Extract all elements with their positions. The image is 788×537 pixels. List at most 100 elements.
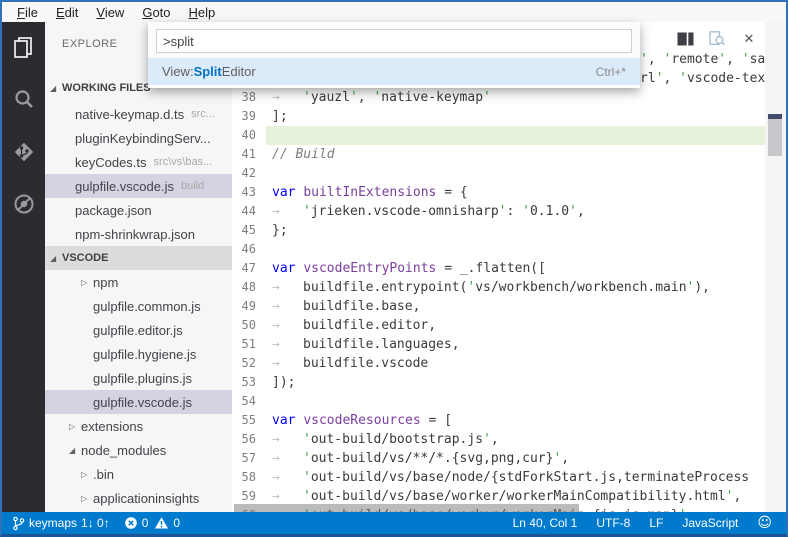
code-text: →'out-build/vs/base/node/{stdForkStart.j… (272, 470, 750, 485)
line-number: 41 (241, 147, 256, 161)
tree-item[interactable]: ▷ extensions (45, 414, 232, 438)
scrollbar-thumb[interactable] (768, 114, 782, 156)
code-line[interactable]: 46 (232, 240, 765, 259)
code-line[interactable]: 47 var vscodeEntryPoints = _.flatten([ (232, 259, 765, 278)
branch-icon (13, 516, 25, 530)
file-path-hint: build (181, 180, 205, 192)
code-line[interactable]: 58 →'out-build/vs/base/node/{stdForkStart… (232, 468, 765, 487)
menu-item-view[interactable]: View (87, 5, 133, 20)
code-line[interactable]: 45}; (232, 221, 765, 240)
status-bar: keymaps 1↓ 0↑ 0 0 Ln 40, Col 1 UTF-8 LF … (2, 512, 786, 534)
debug-disabled-icon[interactable] (2, 178, 45, 230)
code-line[interactable]: 41 // Build (232, 145, 765, 164)
file-name: package.json (75, 202, 152, 218)
code-text (266, 126, 765, 145)
eol-indicator[interactable]: LF (649, 516, 663, 530)
close-icon[interactable]: ✕ (740, 31, 758, 46)
menu-item-file[interactable]: File (8, 5, 47, 20)
code-line[interactable]: 51 → buildfile.languages, (232, 335, 765, 354)
editor-pane[interactable]: ✕ ', 'remote', 'sax',rl', 'vscode-textm3… (232, 22, 786, 512)
tree-item-label: gulpfile.plugins.js (93, 370, 193, 386)
error-count[interactable]: 0 (124, 516, 148, 530)
line-number: 49 (241, 299, 256, 313)
editor-actions: ✕ (676, 31, 758, 46)
menu-item-edit[interactable]: Edit (47, 5, 87, 20)
twistie-expanded-icon: ◢ (50, 253, 57, 263)
line-number: 43 (241, 185, 256, 199)
tree-item[interactable]: gulpfile.common.js (45, 294, 232, 318)
code-area[interactable]: ', 'remote', 'sax',rl', 'vscode-textm38→… (232, 50, 765, 512)
code-line[interactable]: 53]); (232, 373, 765, 392)
tree-item[interactable]: gulpfile.plugins.js (45, 366, 232, 390)
encoding[interactable]: UTF-8 (596, 516, 630, 530)
working-file-item[interactable]: keyCodes.ts src\vs\bas... (45, 150, 232, 174)
file-name: keyCodes.ts (75, 154, 147, 170)
language-mode[interactable]: JavaScript (682, 516, 738, 530)
code-text: → buildfile.languages, (272, 337, 460, 352)
code-line[interactable]: 38 →'yauzl', 'native-keymap' (232, 88, 765, 107)
code-line[interactable]: 55 var vscodeResources = [ (232, 411, 765, 430)
horizontal-scrollbar[interactable] (234, 504, 579, 512)
tree-item[interactable]: ▷ npm (45, 270, 232, 294)
command-suggestion-row[interactable]: View: Split Editor Ctrl+* (148, 58, 640, 85)
git-branch-status[interactable]: keymaps 1↓ 0↑ (12, 516, 110, 531)
vscode-window: File Edit View Goto Help EXPLORE ◢ WORKI… (0, 0, 788, 537)
command-input[interactable] (156, 29, 632, 53)
git-icon[interactable] (2, 126, 45, 178)
code-line[interactable]: 52 → buildfile.vscode (232, 354, 765, 373)
tree-item[interactable]: gulpfile.editor.js (45, 318, 232, 342)
code-line[interactable]: 48 → buildfile.entrypoint('vs/workbench/wo… (232, 278, 765, 297)
tree-item[interactable]: gulpfile.hygiene.js (45, 342, 232, 366)
explorer-icon[interactable] (2, 22, 45, 74)
code-line[interactable]: 40 (232, 126, 765, 145)
folder-section-header[interactable]: ◢ VSCODE (45, 246, 232, 270)
code-line[interactable]: 43 var builtInExtensions = { (232, 183, 765, 202)
menu-item-help[interactable]: Help (180, 5, 225, 20)
code-line[interactable]: 56 →'out-build/bootstrap.js', (232, 430, 765, 449)
keybinding-label: Ctrl+* (595, 64, 626, 79)
line-number: 58 (241, 470, 256, 484)
code-line[interactable]: 42 (232, 164, 765, 183)
overview-ruler-marker (768, 114, 782, 119)
code-line[interactable]: 50 → buildfile.editor, (232, 316, 765, 335)
working-file-item[interactable]: pluginKeybindingServ... (45, 126, 232, 150)
twistie-collapsed-icon: ▷ (69, 421, 76, 431)
tree-item-label: extensions (81, 418, 144, 434)
vertical-scrollbar[interactable] (765, 22, 786, 512)
working-file-item[interactable]: native-keymap.d.ts src... (45, 102, 232, 126)
working-file-item[interactable]: gulpfile.vscode.js build (45, 174, 232, 198)
code-line[interactable]: 44 →'jrieken.vscode-omnisharp': '0.1.0', (232, 202, 765, 221)
preview-icon[interactable] (708, 31, 726, 46)
warning-count[interactable]: 0 (154, 516, 180, 530)
tree-item[interactable]: ◢ node_modules (45, 438, 232, 462)
menu-item-goto[interactable]: Goto (133, 5, 179, 20)
code-text: →'out-build/vs/**/*.{svg,png,cur}', (272, 451, 570, 466)
code-line[interactable]: 39]; (232, 107, 765, 126)
tree-item[interactable]: ▷ applicationinsights (45, 486, 232, 510)
code-line[interactable]: 54 (232, 392, 765, 411)
tree-item-label: gulpfile.editor.js (93, 322, 183, 338)
tree-item-label: gulpfile.hygiene.js (93, 346, 197, 362)
file-path-hint: src\vs\bas... (153, 156, 213, 168)
tree-item[interactable]: gulpfile.vscode.js (45, 390, 232, 414)
code-text: →'yauzl', 'native-keymap' (272, 90, 491, 105)
working-file-item[interactable]: npm-shrinkwrap.json (45, 222, 232, 246)
code-line[interactable]: 49 → buildfile.base, (232, 297, 765, 316)
code-line[interactable]: 57 →'out-build/vs/**/*.{svg,png,cur}', (232, 449, 765, 468)
split-editor-icon[interactable] (676, 31, 694, 46)
twistie-expanded-icon: ◢ (69, 445, 76, 455)
suggestion-prefix: View: (162, 64, 194, 79)
working-file-item[interactable]: package.json (45, 198, 232, 222)
tree-item[interactable]: ▷ .bin (45, 462, 232, 486)
tree-item-label: gulpfile.common.js (93, 298, 201, 314)
cursor-position[interactable]: Ln 40, Col 1 (513, 516, 578, 530)
line-number: 56 (241, 432, 256, 446)
search-icon[interactable] (2, 74, 45, 126)
feedback-smiley-icon[interactable]: ☺ (757, 516, 772, 530)
suggestion-suffix: Editor (221, 64, 256, 79)
tree-item-label: node_modules (81, 442, 167, 458)
tree-item-label: gulpfile.vscode.js (93, 394, 192, 410)
line-number: 55 (241, 413, 256, 427)
line-number: 45 (241, 223, 256, 237)
